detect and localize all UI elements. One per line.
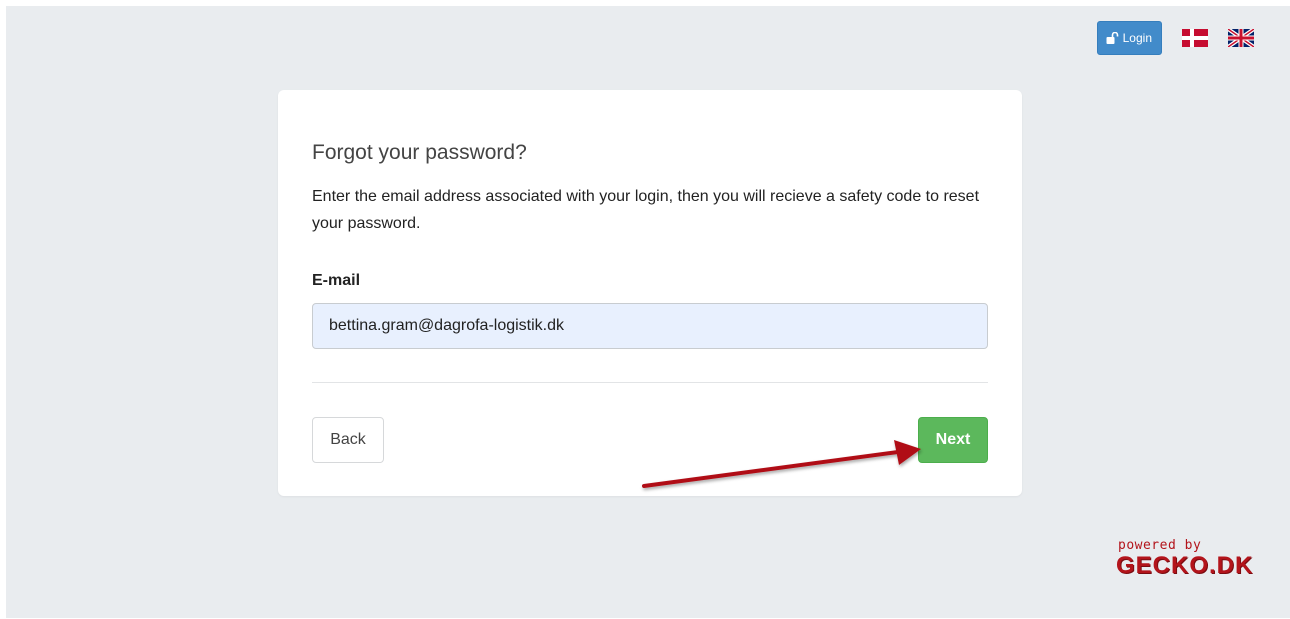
uk-flag-icon[interactable] xyxy=(1228,29,1254,47)
page-background: Login Forgot your password? Enter the em… xyxy=(6,6,1290,618)
login-label: Login xyxy=(1122,31,1152,45)
instruction-text: Enter the email address associated with … xyxy=(312,188,980,232)
next-button[interactable]: Next xyxy=(918,417,988,463)
back-button[interactable]: Back xyxy=(312,417,384,463)
email-field[interactable] xyxy=(312,303,988,349)
forgot-password-card: Forgot your password? Enter the email ad… xyxy=(278,90,1022,496)
email-label: E-mail xyxy=(312,272,361,289)
powered-by-logo[interactable]: powered by GECKO.DK xyxy=(1116,538,1276,580)
powered-by-text: powered by xyxy=(1118,538,1202,553)
divider xyxy=(312,382,988,383)
unlock-icon xyxy=(1106,32,1119,44)
login-button[interactable]: Login xyxy=(1096,21,1162,55)
top-bar: Login xyxy=(1096,21,1254,55)
page-title: Forgot your password? xyxy=(312,141,527,164)
danish-flag-icon[interactable] xyxy=(1182,29,1208,47)
gecko-brand: GECKO.DK xyxy=(1116,552,1254,579)
